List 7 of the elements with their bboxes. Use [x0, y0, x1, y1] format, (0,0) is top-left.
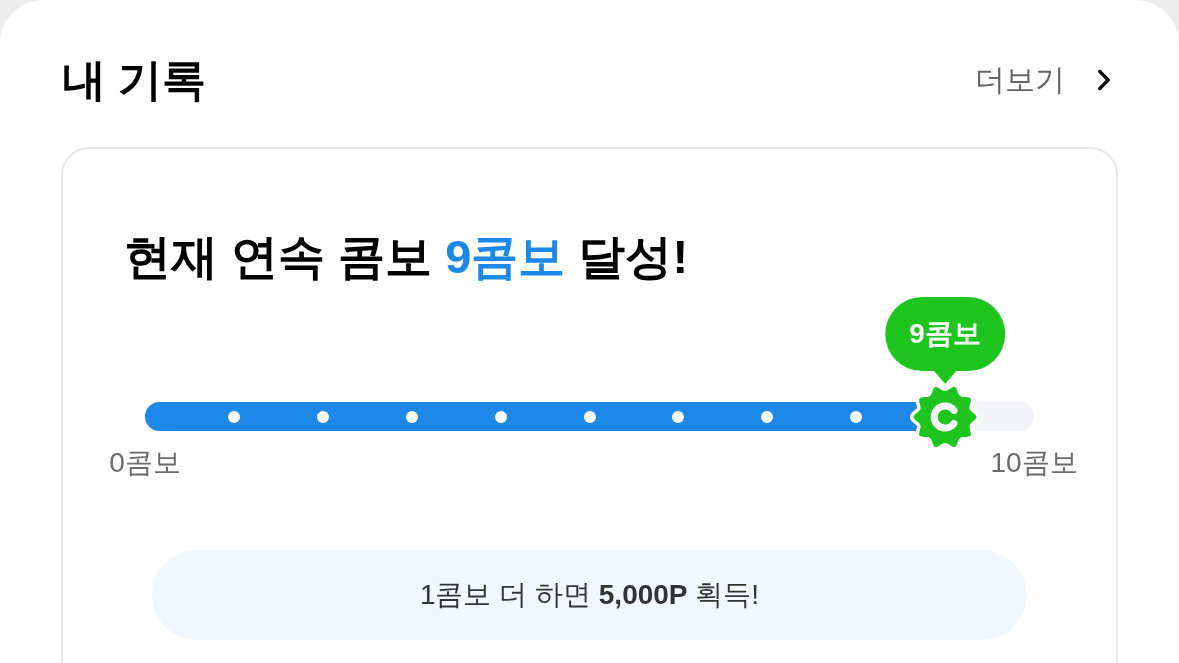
reward-text: 1콤보 더 하면 5,000P 획득!	[419, 581, 760, 609]
combo-headline: 현재 연속 콤보 9콤보 달성!	[124, 229, 689, 285]
more-button[interactable]: 더보기	[975, 63, 1121, 97]
end-label: 10콤보	[990, 449, 1078, 477]
section-title: 내 기록	[62, 58, 207, 102]
start-label: 0콤보	[109, 449, 181, 477]
combo-tooltip: 9콤보	[885, 297, 1005, 384]
